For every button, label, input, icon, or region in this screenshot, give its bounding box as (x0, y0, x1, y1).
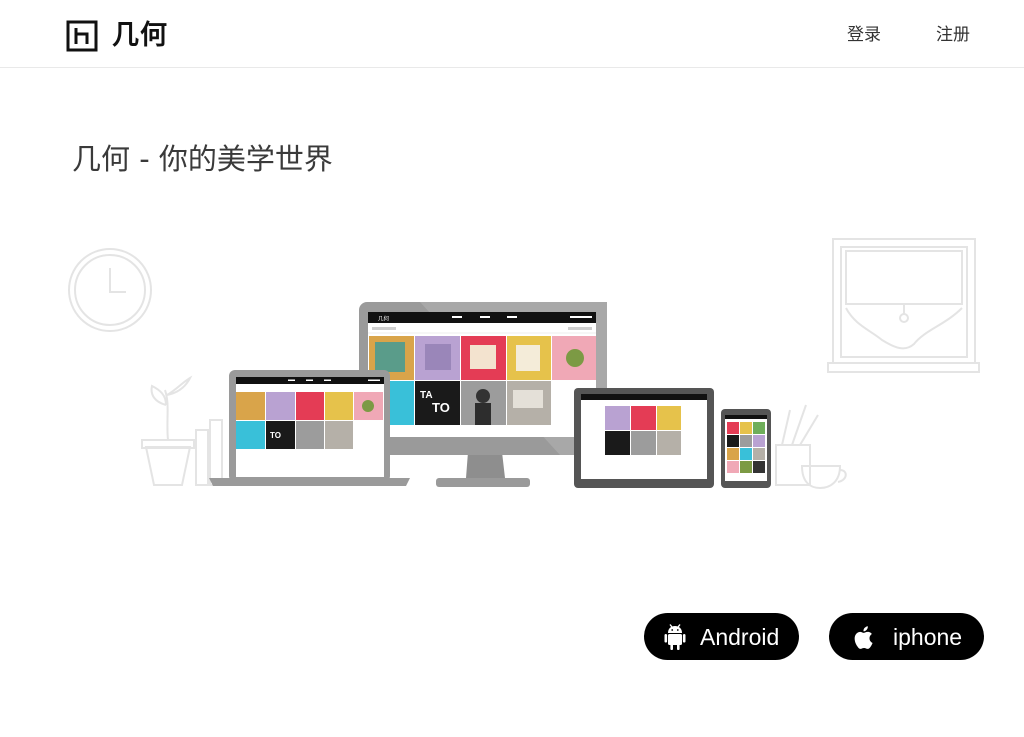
plant-icon (141, 375, 223, 486)
svg-text:TO: TO (432, 400, 450, 415)
phone-device (721, 409, 771, 488)
logo-text: 几何 (112, 20, 168, 51)
android-download-button[interactable]: Android (644, 613, 799, 660)
apple-icon (854, 625, 873, 649)
svg-text:TA: TA (420, 390, 433, 401)
login-link[interactable]: 登录 (847, 24, 881, 46)
window-icon (827, 238, 980, 373)
android-label: Android (700, 623, 780, 650)
logo[interactable]: 几何 (66, 19, 168, 53)
cup-icon (775, 404, 847, 490)
laptop-device: TO (209, 370, 410, 486)
tablet-device (574, 388, 714, 488)
mockup-brand: 几何 (378, 315, 390, 323)
monitor-device: 几何 TA TO (359, 302, 607, 487)
iphone-label: iphone (893, 623, 963, 650)
iphone-download-button[interactable]: iphone (829, 613, 984, 660)
android-icon (664, 623, 686, 650)
svg-text:TO: TO (270, 431, 281, 440)
register-link[interactable]: 注册 (936, 24, 970, 46)
site-header: 几何 登录 注册 (0, 0, 1024, 68)
page-title: 几何 - 你的美学世界 (72, 142, 333, 176)
logo-mark-icon (66, 20, 98, 52)
clock-icon (68, 248, 152, 332)
devices-illustration: 几何 TA TO TO (68, 238, 980, 490)
